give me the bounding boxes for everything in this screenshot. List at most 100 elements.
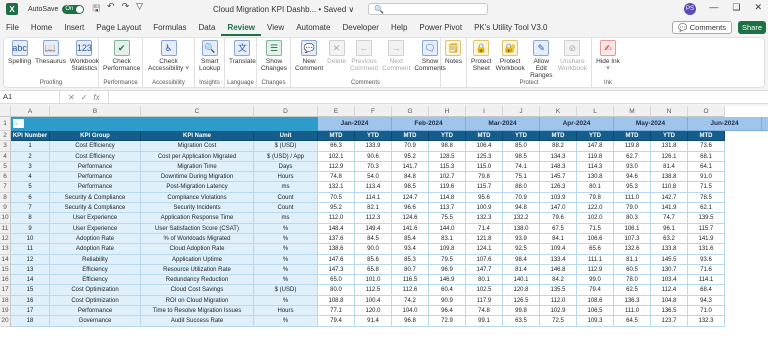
- value-cell[interactable]: 132.6: [614, 244, 651, 255]
- value-cell[interactable]: 132.2: [503, 213, 540, 224]
- value-cell[interactable]: 108.6: [577, 295, 614, 307]
- label-cell[interactable]: %: [254, 295, 318, 307]
- value-cell[interactable]: 79.6: [540, 213, 577, 224]
- value-cell[interactable]: 72.5: [540, 316, 577, 327]
- value-cell[interactable]: 80.0: [318, 285, 355, 296]
- value-cell[interactable]: 145.7: [540, 172, 577, 183]
- value-cell[interactable]: 65.6: [577, 244, 614, 255]
- avatar[interactable]: PS: [684, 3, 696, 15]
- value-cell[interactable]: 84.8: [392, 172, 429, 183]
- value-cell[interactable]: 107.6: [466, 254, 503, 265]
- value-cell[interactable]: 112.0: [318, 213, 355, 224]
- label-cell[interactable]: Cost Efficiency: [50, 151, 141, 162]
- label-cell[interactable]: % of Workloads Migrated: [141, 233, 254, 245]
- value-cell[interactable]: 132.1: [318, 182, 355, 193]
- fx-icon[interactable]: fx: [93, 93, 99, 102]
- label-cell[interactable]: Efficiency: [50, 264, 141, 276]
- value-cell[interactable]: 74.1: [503, 161, 540, 173]
- label-cell[interactable]: Cost Optimization: [50, 295, 141, 307]
- value-cell[interactable]: 114.8: [429, 192, 466, 204]
- value-cell[interactable]: 133.9: [355, 141, 392, 152]
- value-cell[interactable]: 98.4: [503, 254, 540, 265]
- value-cell[interactable]: 106.5: [577, 306, 614, 317]
- tab-automate[interactable]: Automate: [290, 20, 336, 36]
- label-cell[interactable]: Reliability: [50, 254, 141, 265]
- value-cell[interactable]: 111.0: [614, 306, 651, 317]
- value-cell[interactable]: 125.3: [466, 151, 503, 162]
- value-cell[interactable]: 124.7: [392, 192, 429, 204]
- value-cell[interactable]: 119.6: [429, 182, 466, 193]
- column-header[interactable]: M: [614, 106, 651, 117]
- row-header[interactable]: 8: [0, 192, 11, 204]
- value-cell[interactable]: 63.5: [503, 316, 540, 327]
- label-cell[interactable]: %: [254, 233, 318, 245]
- name-box[interactable]: A1: [0, 91, 60, 103]
- label-cell[interactable]: %: [254, 316, 318, 327]
- value-cell[interactable]: 134.3: [540, 151, 577, 162]
- label-cell[interactable]: Hours: [254, 306, 318, 317]
- value-cell[interactable]: 79.0: [614, 203, 651, 214]
- label-cell[interactable]: Count: [254, 192, 318, 204]
- value-cell[interactable]: 124.1: [466, 244, 503, 255]
- value-cell[interactable]: 113.4: [355, 182, 392, 193]
- value-cell[interactable]: 136.3: [614, 295, 651, 307]
- value-cell[interactable]: 90.0: [355, 244, 392, 255]
- value-cell[interactable]: 85.0: [503, 141, 540, 152]
- header-cell[interactable]: YTD: [577, 131, 614, 142]
- column-header[interactable]: B: [50, 106, 141, 117]
- label-cell[interactable]: 6: [11, 192, 50, 204]
- value-cell[interactable]: 70.9: [392, 141, 429, 152]
- header-cell[interactable]: YTD: [651, 131, 688, 142]
- label-cell[interactable]: Efficiency: [50, 275, 141, 286]
- value-cell[interactable]: 112.5: [355, 285, 392, 296]
- value-cell[interactable]: 112.0: [540, 295, 577, 307]
- value-cell[interactable]: 74.7: [651, 213, 688, 224]
- value-cell[interactable]: 84.1: [540, 233, 577, 245]
- value-cell[interactable]: 141.9: [688, 233, 725, 245]
- value-cell[interactable]: 90.6: [355, 151, 392, 162]
- value-cell[interactable]: 104.0: [392, 306, 429, 317]
- value-cell[interactable]: 147.7: [466, 264, 503, 276]
- value-cell[interactable]: 81.4: [651, 161, 688, 173]
- notes-button[interactable]: 🗒 Notes: [443, 38, 464, 87]
- column-header[interactable]: F: [355, 106, 392, 117]
- row-header[interactable]: 2: [0, 131, 11, 142]
- value-cell[interactable]: 78.0: [614, 275, 651, 286]
- row-header[interactable]: 11: [0, 223, 11, 234]
- value-cell[interactable]: 99.8: [503, 306, 540, 317]
- label-cell[interactable]: $ (USD): [254, 141, 318, 152]
- value-cell[interactable]: 83.1: [429, 233, 466, 245]
- value-cell[interactable]: 147.6: [318, 254, 355, 265]
- value-cell[interactable]: 128.5: [429, 151, 466, 162]
- value-cell[interactable]: 95.2: [318, 203, 355, 214]
- value-cell[interactable]: 149.4: [355, 223, 392, 234]
- value-cell[interactable]: 71.5: [577, 223, 614, 234]
- column-header[interactable]: L: [577, 106, 614, 117]
- value-cell[interactable]: 132.3: [466, 213, 503, 224]
- value-cell[interactable]: 114.1: [355, 192, 392, 204]
- value-cell[interactable]: 93.9: [503, 233, 540, 245]
- restore-button[interactable]: ❑: [732, 2, 740, 13]
- banner-cell[interactable]: ⌂: [11, 117, 318, 131]
- label-cell[interactable]: Downtime During Migration: [141, 172, 254, 183]
- value-cell[interactable]: 131.8: [651, 141, 688, 152]
- value-cell[interactable]: 96.4: [429, 306, 466, 317]
- month-header[interactable]: Apr-2024: [540, 117, 614, 131]
- value-cell[interactable]: 110.8: [651, 182, 688, 193]
- value-cell[interactable]: 106.1: [614, 223, 651, 234]
- value-cell[interactable]: 70.5: [318, 192, 355, 204]
- value-cell[interactable]: 98.8: [429, 141, 466, 152]
- value-cell[interactable]: 112.6: [392, 285, 429, 296]
- label-cell[interactable]: Cost Efficiency: [50, 141, 141, 152]
- value-cell[interactable]: 114.1: [688, 275, 725, 286]
- value-cell[interactable]: 103.9: [540, 192, 577, 204]
- tab-insert[interactable]: Insert: [58, 20, 90, 36]
- column-header[interactable]: J: [503, 106, 540, 117]
- value-cell[interactable]: 85.3: [392, 254, 429, 265]
- tab-power-pivot[interactable]: Power Pivot: [413, 20, 468, 36]
- value-cell[interactable]: 147.8: [577, 141, 614, 152]
- value-cell[interactable]: 85.4: [392, 233, 429, 245]
- formula-input[interactable]: [107, 91, 768, 103]
- tab-view[interactable]: View: [261, 20, 290, 36]
- value-cell[interactable]: 147.3: [318, 264, 355, 276]
